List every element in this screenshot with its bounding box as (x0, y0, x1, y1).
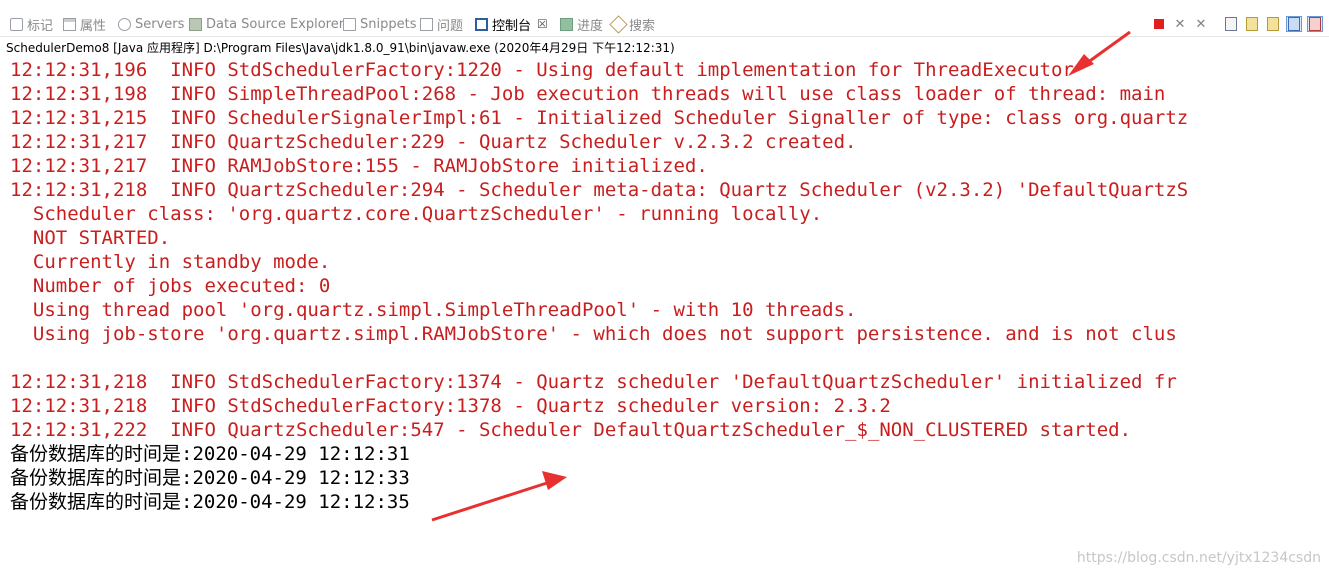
console-line-stderr: 12:12:31,196 INFO StdSchedulerFactory:12… (10, 59, 1074, 81)
console-line-stderr: Currently in standby mode. (10, 251, 331, 273)
tab-label: 进度 (577, 18, 604, 34)
toolbar-separator (1214, 16, 1218, 32)
console-line-stderr: Using thread pool 'org.quartz.simpl.Simp… (10, 299, 857, 321)
console-line-stderr: 12:12:31,215 INFO SchedulerSignalerImpl:… (10, 107, 1189, 129)
console-line-stderr: 12:12:31,218 INFO QuartzScheduler:294 - … (10, 179, 1189, 201)
console-line-stderr: 12:12:31,198 INFO SimpleThreadPool:268 -… (10, 83, 1166, 105)
tab-label: 标记 (27, 18, 54, 34)
problems-icon (420, 17, 433, 31)
tab-console[interactable]: 控制台 ☒ (475, 14, 548, 34)
remove-all-terminated-icon[interactable]: ✕ (1193, 16, 1209, 32)
tab-snippets[interactable]: Snippets (343, 14, 416, 34)
progress-icon (560, 17, 573, 31)
console-line-stderr: 12:12:31,222 INFO QuartzScheduler:547 - … (10, 419, 1132, 441)
show-stdout-icon[interactable] (1244, 16, 1260, 32)
tab-servers[interactable]: Servers (118, 14, 184, 34)
console-line-stderr: 12:12:31,218 INFO StdSchedulerFactory:13… (10, 371, 1177, 393)
tab-label: 属性 (80, 18, 107, 34)
data-source-icon (189, 17, 202, 31)
view-tab-bar: 标记 属性 Servers Data Source Explorer Snipp… (0, 0, 1329, 37)
tab-label: 搜索 (629, 18, 656, 34)
console-line-stderr: 12:12:31,218 INFO StdSchedulerFactory:13… (10, 395, 891, 417)
tab-problems[interactable]: 问题 (420, 14, 463, 34)
console-line-stderr: Number of jobs executed: 0 (10, 275, 331, 297)
search-icon (609, 14, 628, 34)
console-icon (475, 17, 488, 31)
tab-data-source-explorer[interactable]: Data Source Explorer (189, 14, 344, 34)
console-line-stdout: 备份数据库的时间是:2020-04-29 12:12:35 (10, 491, 410, 513)
display-selected-console-icon[interactable] (1307, 16, 1323, 32)
snippets-icon (343, 17, 356, 31)
console-line-stderr: Using job-store 'org.quartz.simpl.RAMJob… (10, 323, 1177, 345)
console-line-stderr: NOT STARTED. (10, 227, 171, 249)
tab-search[interactable]: 搜索 (609, 14, 656, 34)
show-stderr-icon[interactable] (1265, 16, 1281, 32)
tab-properties[interactable]: 属性 (63, 14, 106, 34)
terminate-icon[interactable] (1151, 16, 1167, 32)
console-line-stderr (10, 346, 1329, 370)
scroll-lock-icon[interactable] (1223, 16, 1239, 32)
remove-launch-icon[interactable]: ✕ (1172, 16, 1188, 32)
close-tab-icon[interactable]: ☒ (537, 17, 548, 31)
console-output[interactable]: 12:12:31,196 INFO StdSchedulerFactory:12… (10, 58, 1329, 514)
tab-label: Data Source Explorer (206, 16, 345, 32)
tab-label: Servers (135, 16, 185, 32)
console-toolbar: ✕ ✕ (1151, 16, 1323, 32)
tab-label: 问题 (437, 18, 464, 34)
tab-label: Snippets (360, 16, 417, 32)
console-line-stderr: 12:12:31,217 INFO QuartzScheduler:229 - … (10, 131, 857, 153)
console-line-stderr: Scheduler class: 'org.quartz.core.Quartz… (10, 203, 823, 225)
watermark-text: https://blog.csdn.net/yjtx1234csdn (1076, 550, 1321, 566)
console-line-stderr: 12:12:31,217 INFO RAMJobStore:155 - RAMJ… (10, 155, 708, 177)
tab-label: 控制台 (492, 18, 532, 34)
console-line-stdout: 备份数据库的时间是:2020-04-29 12:12:33 (10, 467, 410, 489)
tab-progress[interactable]: 进度 (560, 14, 603, 34)
console-line-stdout: 备份数据库的时间是:2020-04-29 12:12:31 (10, 443, 410, 465)
launch-description: SchedulerDemo8 [Java 应用程序] D:\Program Fi… (6, 41, 675, 55)
markers-icon (10, 17, 23, 31)
properties-icon (63, 17, 76, 31)
pin-console-icon[interactable] (1286, 16, 1302, 32)
servers-icon (118, 17, 131, 31)
tab-markers[interactable]: 标记 (10, 14, 53, 34)
